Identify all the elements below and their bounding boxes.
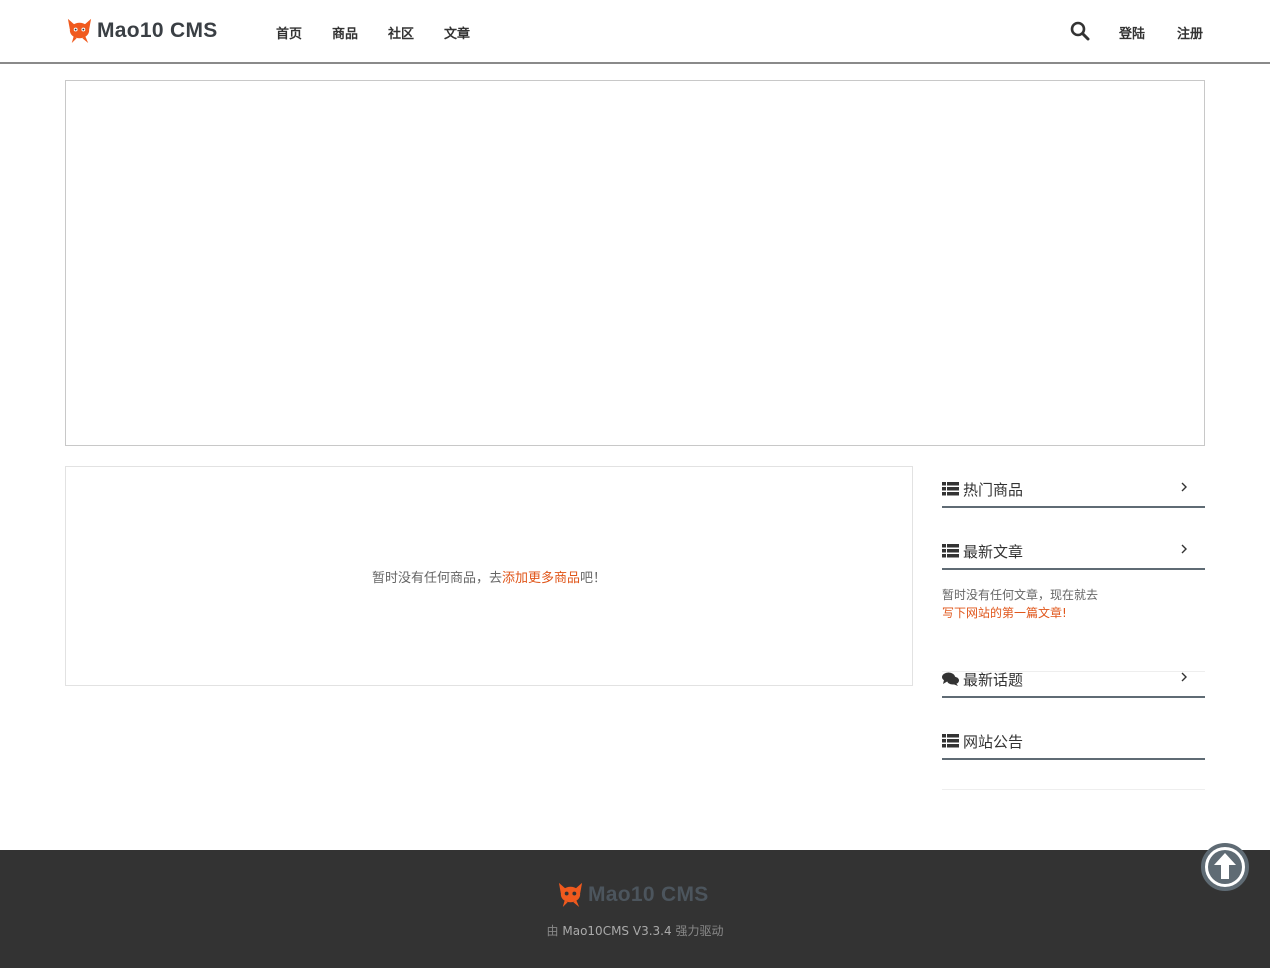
widget-title: 最新话题 (963, 670, 1024, 689)
widget-hot-products: 热门商品 (942, 472, 1205, 508)
write-first-article-link[interactable]: 写下网站的第一篇文章! (942, 606, 1067, 620)
empty-articles-text: 暂时没有任何文章，现在就去 (942, 588, 1099, 602)
logo-text: Mao10 CMS (97, 18, 218, 42)
empty-products-message: 暂时没有任何商品，去添加更多商品吧！ (372, 567, 606, 586)
widget-header: 热门商品 (942, 472, 1205, 508)
widget-latest-topics: 最新话题 (942, 662, 1205, 698)
chevron-right-icon[interactable] (1179, 542, 1189, 556)
widget-header: 最新话题 (942, 662, 1205, 698)
site-footer: Mao10 CMS 由 Mao10CMS V3.3.4 强力驱动 (0, 850, 1270, 968)
widget-announcements: 网站公告 (942, 724, 1205, 790)
arrow-up-circle-icon[interactable] (1200, 842, 1250, 892)
footer-logo[interactable]: Mao10 CMS (557, 881, 709, 908)
fox-logo-icon (67, 18, 92, 44)
nav-item-products[interactable]: 商品 (332, 23, 358, 42)
widget-title: 热门商品 (963, 480, 1024, 499)
list-icon (942, 482, 959, 496)
nav-item-articles[interactable]: 文章 (444, 23, 470, 42)
widget-latest-articles: 最新文章 暂时没有任何文章，现在就去 写下网站的第一篇文章! (942, 534, 1205, 672)
product-list-panel: 暂时没有任何商品，去添加更多商品吧！ (65, 466, 913, 686)
banner-slider (65, 80, 1205, 446)
site-logo[interactable]: Mao10 CMS (66, 17, 218, 44)
search-icon[interactable] (1070, 21, 1090, 41)
widget-body (942, 760, 1205, 790)
widget-header: 网站公告 (942, 724, 1205, 760)
empty-products-suffix: 吧！ (580, 570, 607, 586)
add-products-link[interactable]: 添加更多商品 (502, 571, 580, 586)
footer-logo-text: Mao10 CMS (588, 882, 709, 906)
widget-title: 最新文章 (963, 542, 1024, 561)
nav-item-community[interactable]: 社区 (388, 23, 414, 42)
list-icon (942, 544, 959, 558)
register-link[interactable]: 注册 (1177, 23, 1203, 42)
site-header: Mao10 CMS 首页 商品 社区 文章 登陆 注册 (0, 0, 1270, 64)
widget-body: 暂时没有任何文章，现在就去 写下网站的第一篇文章! (942, 570, 1205, 672)
chevron-right-icon[interactable] (1179, 480, 1189, 494)
chevron-right-icon[interactable] (1179, 670, 1189, 684)
comments-icon (942, 672, 959, 686)
nav-item-home[interactable]: 首页 (276, 23, 302, 42)
powered-prefix: 由 (546, 924, 559, 938)
widget-title: 网站公告 (963, 732, 1024, 751)
powered-suffix: 强力驱动 (675, 924, 724, 938)
empty-products-prefix: 暂时没有任何商品，去 (371, 570, 502, 586)
fox-logo-icon (558, 882, 583, 908)
list-icon (942, 734, 959, 748)
main-nav: 首页 商品 社区 文章 (276, 23, 500, 42)
powered-name[interactable]: Mao10CMS V3.3.4 (562, 924, 671, 938)
widget-header: 最新文章 (942, 534, 1205, 570)
login-link[interactable]: 登陆 (1119, 23, 1145, 42)
powered-by: 由 Mao10CMS V3.3.4 强力驱动 (0, 922, 1270, 939)
